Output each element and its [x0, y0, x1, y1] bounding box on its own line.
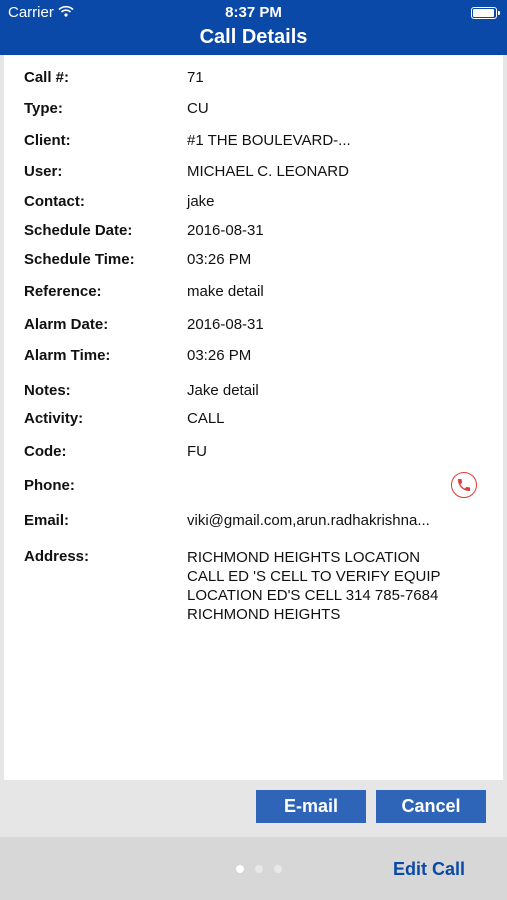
phone-label: Phone:: [24, 477, 75, 494]
address-line: LOCATION ED'S CELL 314 785-7684: [187, 587, 439, 604]
user-value: MICHAEL C. LEONARD: [187, 163, 349, 180]
code-label: Code:: [24, 443, 67, 460]
reference-label: Reference:: [24, 283, 102, 300]
code-value: FU: [187, 443, 207, 460]
page-dot[interactable]: [255, 865, 263, 873]
reference-value: make detail: [187, 283, 264, 300]
phone-icon[interactable]: [451, 472, 477, 498]
activity-label: Activity:: [24, 410, 84, 427]
email-label: Email:: [24, 512, 70, 529]
edit-call-button[interactable]: Edit Call: [393, 859, 465, 880]
client-value: #1 THE BOULEVARD-...: [187, 132, 351, 149]
schedule-date-label: Schedule Date:: [24, 222, 133, 239]
client-label: Client:: [24, 132, 71, 149]
schedule-time-label: Schedule Time:: [24, 251, 135, 268]
contact-value: jake: [187, 193, 215, 210]
schedule-time-value: 03:26 PM: [187, 251, 252, 268]
navigation-bar: Carrier 8:37 PM Call Details: [0, 0, 507, 55]
alarm-date-label: Alarm Date:: [24, 316, 109, 333]
page-title: Call Details: [199, 26, 308, 48]
alarm-time-value: 03:26 PM: [187, 347, 252, 364]
type-value: CU: [187, 100, 209, 117]
email-value: viki@gmail.com,arun.radhakrishna...: [187, 512, 430, 529]
cancel-button[interactable]: Cancel: [376, 790, 486, 823]
notes-value: Jake detail: [187, 382, 259, 399]
address-label: Address:: [24, 548, 90, 565]
email-button[interactable]: E-mail: [256, 790, 366, 823]
user-label: User:: [24, 163, 63, 180]
battery-icon: [471, 7, 500, 19]
page-dot[interactable]: [274, 865, 282, 873]
status-time: 8:37 PM: [225, 4, 282, 21]
alarm-time-label: Alarm Time:: [24, 347, 111, 364]
address-value: RICHMOND HEIGHTS LOCATION CALL ED 'S CEL…: [187, 548, 441, 624]
schedule-date-value: 2016-08-31: [187, 222, 264, 239]
call-details-card: Call #: 71 Type: CU Client: #1 THE BOULEVARD-…: [4, 55, 503, 780]
address-line: CALL ED 'S CELL TO VERIFY EQUIP: [187, 568, 441, 585]
page-indicator[interactable]: [236, 865, 282, 873]
activity-value: CALL: [187, 410, 225, 427]
bottom-toolbar: Edit Call: [0, 837, 507, 900]
type-label: Type:: [24, 100, 63, 117]
address-line: RICHMOND HEIGHTS: [187, 606, 341, 623]
alarm-date-value: 2016-08-31: [187, 316, 264, 333]
call-value: 71: [187, 69, 204, 86]
address-line: RICHMOND HEIGHTS LOCATION: [187, 549, 421, 566]
call-label: Call #:: [24, 69, 70, 86]
contact-label: Contact:: [24, 193, 85, 210]
notes-label: Notes:: [24, 382, 71, 399]
page-dot[interactable]: [236, 865, 244, 873]
